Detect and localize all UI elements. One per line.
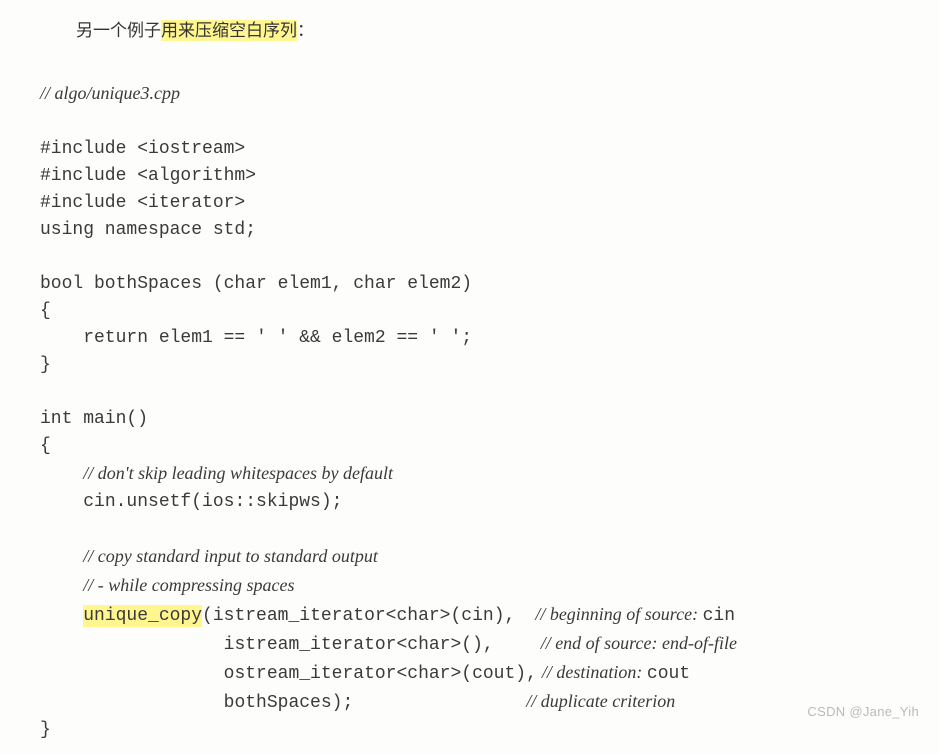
brace-close: } (40, 720, 51, 740)
comment-line: // - while compressing spaces (83, 575, 294, 595)
file-comment: // algo/unique3.cpp (40, 83, 180, 103)
call-l2-cmt: // end of source: end-of-file (541, 630, 737, 657)
call-line-2: istream_iterator<char>(), // end of sourc… (40, 630, 899, 659)
comment-line: // copy standard input to standard outpu… (83, 546, 378, 566)
call-l3-cmt-ital: // destination: (542, 662, 647, 682)
code-block: // algo/unique3.cpp #include <iostream> … (40, 53, 899, 744)
call-l1-code: (istream_iterator<char>(cin), (202, 606, 515, 626)
func-sig: bool bothSpaces (char elem1, char elem2) (40, 274, 472, 294)
call-l1-cmt-ital: // beginning of source: (535, 604, 702, 624)
main-line1: cin.unsetf(ios::skipws); (83, 492, 342, 512)
call-l2-code: istream_iterator<char>(), (83, 635, 493, 655)
include-line: #include <algorithm> (40, 166, 256, 186)
page: 另一个例子用来压缩空白序列： // algo/unique3.cpp #incl… (0, 0, 939, 754)
unique-copy-highlight: unique_copy (83, 605, 202, 627)
call-l3-cmt-mono: cout (647, 664, 690, 684)
call-l4-cmt: // duplicate criterion (526, 688, 675, 715)
call-line-1: unique_copy(istream_iterator<char>(cin),… (40, 601, 899, 630)
call-l3-code: ostream_iterator<char>(cout), (83, 664, 537, 684)
call-l1-cmt-mono: cin (703, 606, 735, 626)
intro-suffix: ： (297, 21, 314, 40)
intro-text: 另一个例子用来压缩空白序列： (76, 16, 899, 41)
call-line-4: bothSpaces); // duplicate criterion (40, 688, 899, 717)
main-sig: int main() (40, 409, 148, 429)
func-body: return elem1 == ' ' && elem2 == ' '; (40, 328, 472, 348)
brace-open: { (40, 436, 51, 456)
intro-highlight: 用来压缩空白序列 (161, 20, 297, 41)
call-line-3: ostream_iterator<char>(cout),// destinat… (40, 659, 899, 688)
comment-line: // don't skip leading whitespaces by def… (83, 463, 393, 483)
include-line: #include <iterator> (40, 193, 245, 213)
call-l4-code: bothSpaces); (83, 693, 353, 713)
intro-prefix: 另一个例子 (76, 21, 161, 40)
watermark: CSDN @Jane_Yih (807, 704, 919, 719)
using-line: using namespace std; (40, 220, 256, 240)
brace-open: { (40, 301, 51, 321)
include-line: #include <iostream> (40, 139, 245, 159)
brace-close: } (40, 355, 51, 375)
